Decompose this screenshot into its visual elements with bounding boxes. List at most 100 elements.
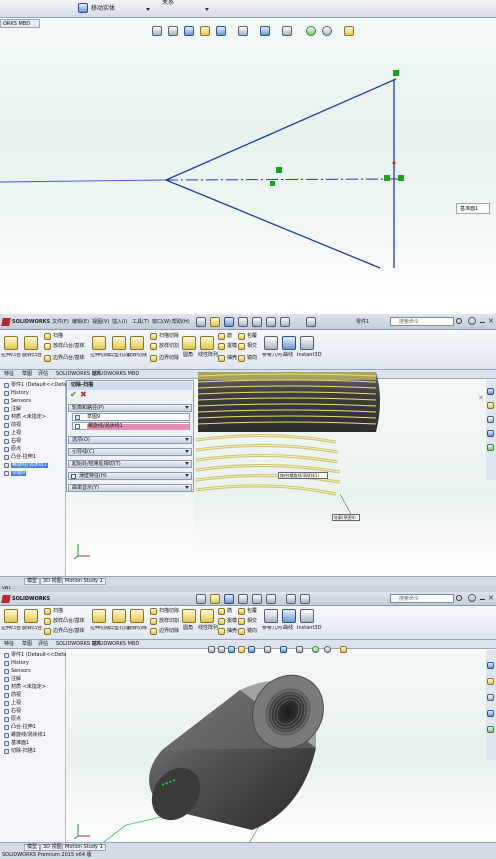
pm-section-options[interactable]: 选项(O) <box>68 436 192 444</box>
open-icon[interactable] <box>210 317 220 327</box>
rebuild-icon[interactable] <box>286 594 296 604</box>
intersect-label[interactable]: 相交 <box>247 344 257 349</box>
tree-item-right-plane[interactable]: 右视 <box>4 439 21 444</box>
lofted-cut-icon[interactable] <box>150 618 157 625</box>
hole-wizard-label[interactable]: 异型孔向导 <box>109 353 129 358</box>
new-document-icon[interactable] <box>196 594 206 604</box>
extruded-cut-label[interactable]: 拉伸切除 <box>90 626 110 631</box>
tree-item-boss-extrude[interactable]: 凸台-拉伸1 <box>4 725 36 730</box>
revolved-cut-label[interactable]: 旋转切除 <box>127 353 147 358</box>
undo-icon[interactable] <box>252 594 262 604</box>
tab-motion-study[interactable]: Motion Study 1 <box>62 578 106 585</box>
tree-item-helix[interactable]: 螺旋线/涡状线1 <box>4 463 48 468</box>
tab-features[interactable]: 特征 <box>4 642 14 647</box>
ref-geometry-label[interactable]: 参考几何体 <box>262 353 282 358</box>
file-explorer-icon[interactable] <box>487 416 494 423</box>
save-icon[interactable] <box>224 594 234 604</box>
boundary-boss-icon[interactable] <box>44 628 51 635</box>
menu-view[interactable]: 视图(V) <box>92 320 109 325</box>
view-palette-icon[interactable] <box>487 430 494 437</box>
endpoint-right[interactable] <box>398 175 404 181</box>
lofted-boss-icon[interactable] <box>44 343 51 350</box>
tree-item-boss-extrude[interactable]: 凸台-拉伸1 <box>4 455 36 460</box>
tree-item-cut-sweep[interactable]: 切除-扫描1 <box>4 749 36 754</box>
lofted-cut-icon[interactable] <box>150 343 157 350</box>
tree-item-history[interactable]: History <box>4 661 29 666</box>
close-icon[interactable]: ✕ <box>478 394 484 402</box>
rebuild-icon[interactable] <box>266 317 276 327</box>
wrap-icon[interactable] <box>238 608 245 615</box>
help-icon[interactable] <box>468 594 476 602</box>
cancel-x-icon[interactable]: ✖ <box>80 391 87 399</box>
pm-section-thin-feature[interactable]: 薄壁特征(H) <box>68 472 192 480</box>
menu-tools[interactable]: 工具(T) <box>132 320 149 325</box>
revolved-boss-label[interactable]: 旋转凸台/基体 <box>22 353 42 358</box>
resources-icon[interactable] <box>487 662 494 669</box>
undo-icon[interactable] <box>252 317 262 327</box>
tree-item-material[interactable]: 材质 <未指定> <box>4 685 46 690</box>
revolved-boss-icon[interactable] <box>24 336 38 350</box>
mirror-label[interactable]: 镜向 <box>247 356 257 361</box>
pm-section-curvature[interactable]: 曲率显示(Y) <box>68 484 192 492</box>
rib-label[interactable]: 筋 <box>227 609 232 614</box>
close-icon[interactable]: ✕ <box>488 318 494 325</box>
tab-features[interactable]: 特征 <box>4 372 14 377</box>
tab-sketch[interactable]: 草图 <box>22 372 32 377</box>
shell-label[interactable]: 抽壳 <box>227 629 237 634</box>
curves-icon[interactable] <box>282 336 296 350</box>
new-document-icon[interactable] <box>196 317 206 327</box>
revolved-boss-label[interactable]: 旋转凸台/基体 <box>22 626 42 631</box>
view-palette-icon[interactable] <box>487 710 494 717</box>
design-library-icon[interactable] <box>487 678 494 685</box>
chevron-down-icon[interactable] <box>185 486 189 489</box>
endpoint-mid[interactable] <box>276 167 282 173</box>
rib-icon[interactable] <box>218 608 225 615</box>
menu-edit[interactable]: 编辑(E) <box>72 320 89 325</box>
minimize-icon[interactable] <box>480 322 485 323</box>
appearances-icon[interactable] <box>487 444 494 451</box>
mirror-icon[interactable] <box>238 628 245 635</box>
help-icon[interactable] <box>468 317 476 325</box>
sketch-line-top[interactable] <box>165 78 397 181</box>
boundary-cut-label[interactable]: 边界切除 <box>159 356 179 361</box>
revolved-cut-icon[interactable] <box>130 336 144 350</box>
hole-wizard-icon[interactable] <box>112 336 126 350</box>
tree-item-sketch9[interactable]: 草图9 <box>4 471 27 476</box>
select-icon[interactable] <box>306 317 316 327</box>
endpoint-center-a[interactable] <box>270 181 275 186</box>
tree-item-front-plane[interactable]: 前视 <box>4 693 21 698</box>
tab-model[interactable]: 模型 <box>24 844 41 851</box>
print-icon[interactable] <box>238 594 248 604</box>
extruded-boss-icon[interactable] <box>4 336 18 350</box>
ok-check-icon[interactable]: ✔ <box>70 391 77 399</box>
swept-boss-label[interactable]: 扫描 <box>53 609 63 614</box>
tree-item-material[interactable]: 材质 <未指定> <box>4 415 46 420</box>
boundary-cut-icon[interactable] <box>150 628 157 635</box>
helix-path[interactable] <box>195 433 341 496</box>
tab-motion-study[interactable]: Motion Study 1 <box>62 844 106 851</box>
minimize-icon[interactable] <box>480 599 485 600</box>
draft-icon[interactable] <box>218 618 225 625</box>
midpoint-marker[interactable] <box>392 161 396 165</box>
lofted-boss-label[interactable]: 放样凸台/基体 <box>53 619 85 624</box>
curves-icon[interactable] <box>282 609 296 623</box>
linear-pattern-icon[interactable] <box>200 609 214 623</box>
chevron-down-icon[interactable] <box>185 450 189 453</box>
curves-label[interactable]: 曲线 <box>283 353 293 358</box>
pm-section-start-end-tangency[interactable]: 起始处/结束处相切(T) <box>68 460 192 468</box>
swept-cut-icon[interactable] <box>150 333 157 340</box>
tree-item-sensors[interactable]: Sensors <box>4 669 31 674</box>
intersect-icon[interactable] <box>238 618 245 625</box>
swept-cut-label[interactable]: 扫描切除 <box>159 334 179 339</box>
tree-item-origin[interactable]: 原点 <box>4 717 21 722</box>
extruded-boss-label[interactable]: 拉伸凸台/基体 <box>1 626 21 631</box>
select-icon[interactable] <box>266 594 276 604</box>
tab-model[interactable]: 模型 <box>24 578 41 585</box>
menu-help[interactable]: 帮助(H) <box>172 320 190 325</box>
fillet-icon[interactable] <box>182 609 196 623</box>
revolved-boss-icon[interactable] <box>24 609 38 623</box>
print-icon[interactable] <box>238 317 248 327</box>
boundary-cut-label[interactable]: 边界切除 <box>159 629 179 634</box>
instant3d-icon[interactable] <box>300 336 314 350</box>
instant3d-label[interactable]: Instant3D <box>297 626 321 631</box>
